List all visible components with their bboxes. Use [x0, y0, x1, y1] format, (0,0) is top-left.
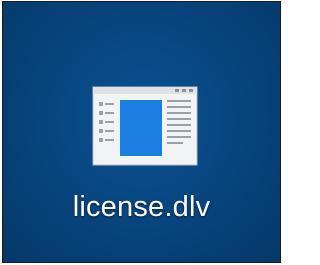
document-window-icon	[92, 86, 198, 166]
file-name-label: license.dlv	[72, 191, 211, 223]
desktop-frame: license.dlv	[2, 1, 281, 263]
desktop-file-item-license[interactable]: license.dlv	[3, 2, 280, 262]
